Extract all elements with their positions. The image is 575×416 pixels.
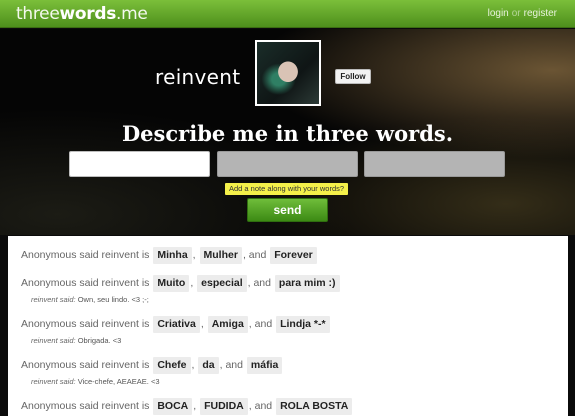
entry-prefix: Anonymous said reinvent is	[21, 277, 150, 289]
descriptions-feed: Anonymous said reinvent is Minha, Mulher…	[8, 236, 568, 416]
and-word: and	[254, 400, 273, 412]
word-separator: ,	[193, 400, 197, 412]
owner-reply: reinvent said: Vice-chefe, AEAEAE. <3	[31, 377, 568, 387]
entry-prefix: Anonymous said reinvent is	[21, 359, 150, 371]
word-separator: ,	[247, 277, 251, 289]
and-word: and	[225, 359, 243, 371]
word-chip[interactable]: ROLA BOSTA	[276, 398, 353, 415]
feed-entry: Anonymous said reinvent is Criativa, Ami…	[21, 315, 568, 346]
top-bar: threewords.me login or register	[0, 0, 575, 28]
entry-line: Anonymous said reinvent is BOCA, FUDIDA,…	[21, 397, 568, 415]
reply-text: Own, seu lindo. <3 ;-;	[77, 295, 149, 304]
word-chip[interactable]: Forever	[270, 247, 317, 264]
feed-entry: Anonymous said reinvent is Muito, especi…	[21, 274, 568, 305]
word-separator: ,	[248, 318, 252, 330]
entry-prefix: Anonymous said reinvent is	[21, 318, 150, 330]
word-separator: ,	[191, 359, 195, 371]
and-word: and	[254, 318, 273, 330]
word-chip[interactable]: Lindja *-*	[276, 316, 330, 333]
word-chip[interactable]: Amiga	[207, 316, 248, 333]
feed-entry: Anonymous said reinvent is BOCA, FUDIDA,…	[21, 397, 568, 416]
entry-prefix: Anonymous said reinvent is	[21, 249, 150, 261]
site-logo[interactable]: threewords.me	[16, 4, 148, 24]
word-input-3[interactable]	[364, 151, 505, 177]
avatar	[255, 40, 321, 106]
login-link[interactable]: login	[488, 8, 509, 19]
word-chip[interactable]: Minha	[153, 247, 192, 264]
and-word: and	[253, 277, 271, 289]
owner-reply: reinvent said: Own, seu lindo. <3 ;-;	[31, 295, 568, 305]
word-chip[interactable]: para mim :)	[274, 275, 340, 292]
logo-suffix: .me	[116, 4, 148, 24]
word-separator: ,	[242, 249, 246, 261]
word-chip[interactable]: da	[198, 357, 219, 374]
auth-links: login or register	[488, 8, 557, 19]
add-note-link[interactable]: Add a note along with your words?	[225, 183, 349, 195]
reply-text: Obrigada. <3	[77, 336, 122, 345]
reply-author: reinvent said:	[31, 295, 76, 304]
word-chip[interactable]: especial	[197, 275, 247, 292]
word-separator: ,	[190, 277, 194, 289]
reply-author: reinvent said:	[31, 377, 76, 386]
reply-author: reinvent said:	[31, 336, 76, 345]
entry-line: Anonymous said reinvent is Criativa, Ami…	[21, 315, 568, 333]
word-chip[interactable]: FUDIDA	[200, 398, 248, 415]
word-chip[interactable]: BOCA	[153, 398, 193, 415]
logo-light: three	[16, 4, 60, 24]
word-chip[interactable]: Mulher	[199, 247, 242, 264]
entry-line: Anonymous said reinvent is Muito, especi…	[21, 274, 568, 292]
word-separator: ,	[200, 318, 204, 330]
feed-entry: Anonymous said reinvent is Chefe, da, an…	[21, 356, 568, 387]
and-word: and	[248, 249, 267, 261]
word-input-2[interactable]	[217, 151, 358, 177]
word-separator: ,	[219, 359, 223, 371]
or-text: or	[511, 8, 521, 19]
word-chip[interactable]: Criativa	[153, 316, 200, 333]
word-separator: ,	[192, 249, 196, 261]
send-button[interactable]: send	[247, 198, 328, 222]
word-chip[interactable]: máfia	[246, 357, 283, 374]
word-chip[interactable]: Muito	[153, 275, 190, 292]
feed-entry: Anonymous said reinvent is Minha, Mulher…	[21, 246, 568, 264]
entry-line: Anonymous said reinvent is Chefe, da, an…	[21, 356, 568, 374]
profile-hero: reinvent Follow Describe me in three wor…	[0, 29, 575, 235]
word-input-1[interactable]	[69, 151, 210, 177]
owner-reply: reinvent said: Obrigada. <3	[31, 336, 568, 346]
page-title: Describe me in three words.	[121, 121, 454, 146]
profile-username: reinvent	[155, 65, 241, 89]
word-chip[interactable]: Chefe	[153, 357, 191, 374]
register-link[interactable]: register	[524, 8, 557, 19]
entry-prefix: Anonymous said reinvent is	[21, 400, 150, 412]
logo-bold: words	[59, 4, 117, 24]
word-separator: ,	[248, 400, 252, 412]
reply-text: Vice-chefe, AEAEAE. <3	[77, 377, 160, 386]
follow-button[interactable]: Follow	[335, 69, 371, 84]
entry-line: Anonymous said reinvent is Minha, Mulher…	[21, 246, 568, 264]
